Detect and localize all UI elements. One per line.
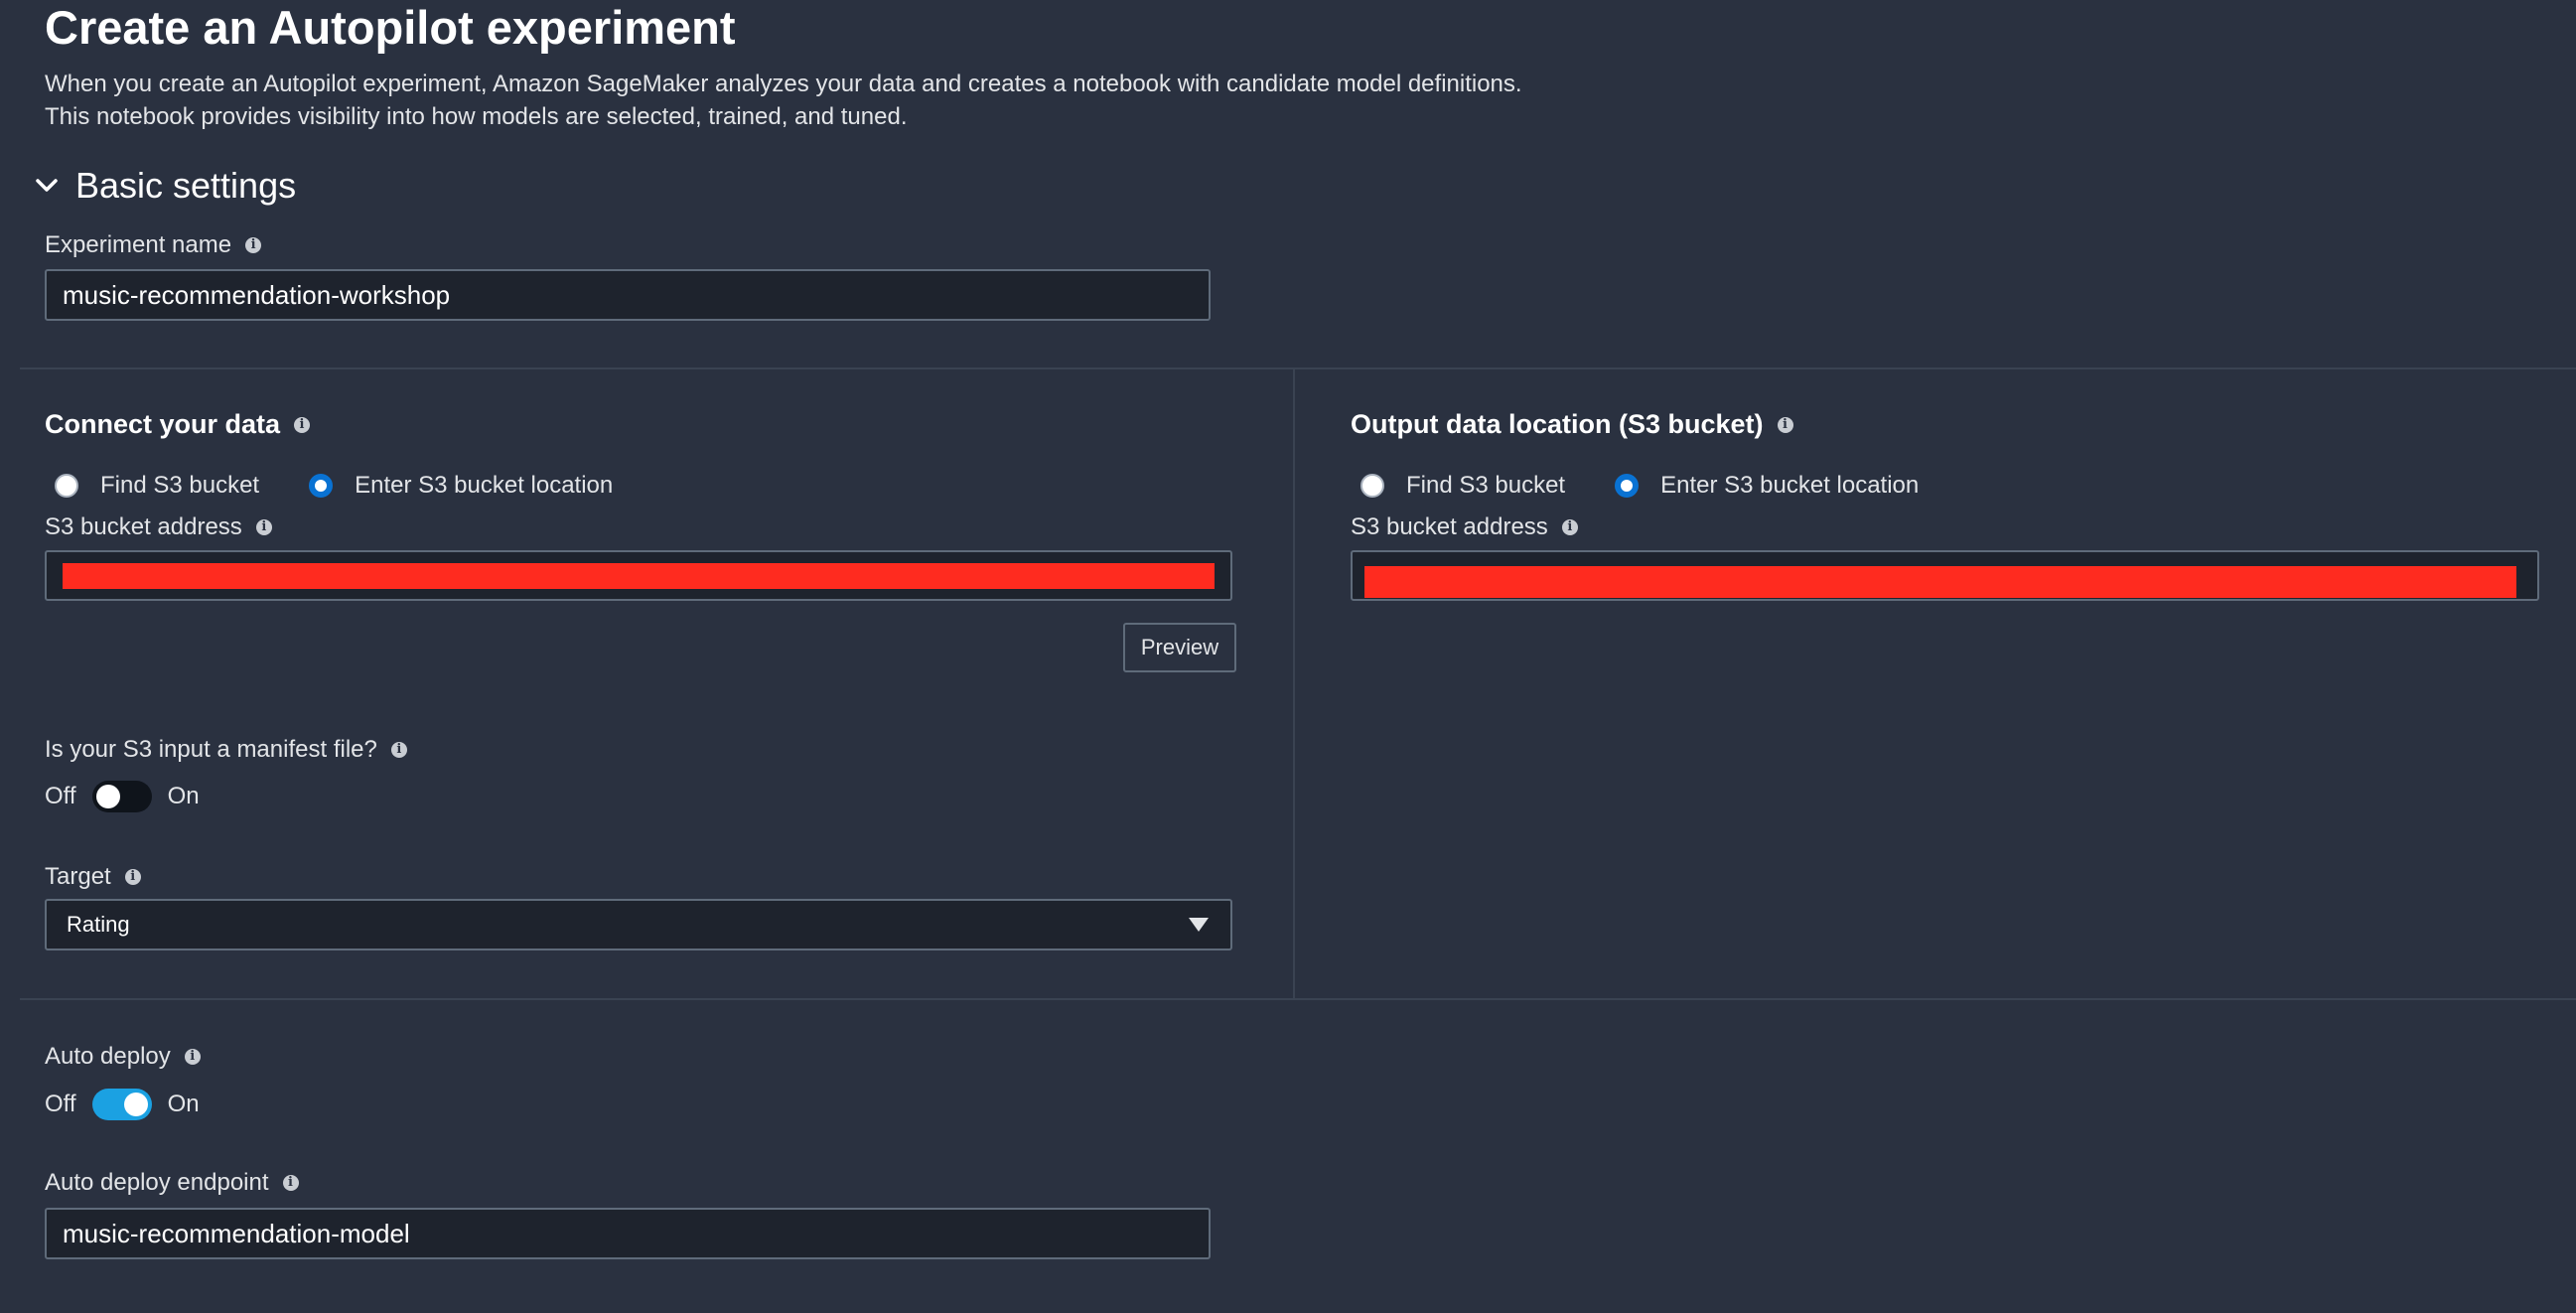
- radio-label: Find S3 bucket: [1406, 472, 1566, 499]
- auto-deploy-label: Auto deploy i: [45, 1043, 201, 1071]
- auto-deploy-endpoint-input[interactable]: music-recommendation-model: [45, 1208, 1211, 1259]
- radio-find-s3-bucket[interactable]: Find S3 bucket: [55, 472, 259, 500]
- experiment-name-label: Experiment name i: [45, 231, 262, 259]
- info-icon[interactable]: i: [1561, 519, 1578, 535]
- radio-button-selected[interactable]: [309, 474, 334, 498]
- output-data-heading: Output data location (S3 bucket) i: [1351, 409, 1793, 440]
- info-icon[interactable]: i: [245, 237, 262, 253]
- radio-enter-s3-location[interactable]: Enter S3 bucket location: [309, 472, 613, 500]
- experiment-name-input[interactable]: music-recommendation-workshop: [45, 269, 1211, 321]
- page-description-line: This notebook provides visibility into h…: [45, 103, 908, 130]
- target-label: Target i: [45, 863, 141, 891]
- info-icon[interactable]: i: [390, 742, 407, 758]
- toggle-on-label: On: [167, 783, 200, 809]
- info-icon[interactable]: i: [1777, 416, 1793, 433]
- radio-label: Enter S3 bucket location: [355, 472, 614, 499]
- radio-find-s3-bucket[interactable]: Find S3 bucket: [1360, 472, 1565, 500]
- info-icon[interactable]: i: [282, 1175, 299, 1191]
- connect-data-radio-group: Find S3 bucket Enter S3 bucket location: [55, 472, 662, 500]
- label-text: Experiment name: [45, 231, 232, 258]
- toggle-on-label: On: [167, 1091, 200, 1117]
- chevron-down-icon: [36, 179, 58, 192]
- radio-label: Find S3 bucket: [100, 472, 260, 499]
- auto-deploy-endpoint-label: Auto deploy endpoint i: [45, 1169, 299, 1197]
- target-select[interactable]: Rating: [45, 899, 1232, 950]
- label-text: Auto deploy: [45, 1043, 171, 1070]
- label-text: Target: [45, 863, 111, 890]
- manifest-label: Is your S3 input a manifest file? i: [45, 736, 407, 764]
- connect-data-heading: Connect your data i: [45, 409, 311, 440]
- redaction-bar: [1364, 565, 2516, 598]
- radio-button[interactable]: [1360, 474, 1384, 498]
- heading-text: Connect your data: [45, 409, 281, 439]
- toggle-knob: [123, 1093, 148, 1116]
- auto-deploy-endpoint-value: music-recommendation-model: [63, 1218, 410, 1248]
- info-icon[interactable]: i: [124, 869, 141, 885]
- page-description: When you create an Autopilot experiment,…: [45, 68, 1522, 133]
- redaction-bar: [63, 562, 1215, 589]
- info-icon[interactable]: i: [294, 416, 311, 433]
- manifest-toggle[interactable]: [91, 781, 152, 812]
- target-selected-value: Rating: [67, 912, 130, 937]
- experiment-name-value: music-recommendation-workshop: [63, 279, 451, 310]
- radio-label: Enter S3 bucket location: [1660, 472, 1920, 499]
- preview-button[interactable]: Preview: [1123, 623, 1236, 672]
- toggle-off-label: Off: [45, 783, 76, 809]
- section-title: Basic settings: [75, 165, 297, 206]
- s3-address-input[interactable]: [45, 550, 1232, 601]
- page-title: Create an Autopilot experiment: [45, 1, 736, 54]
- radio-enter-s3-location[interactable]: Enter S3 bucket location: [1615, 472, 1919, 500]
- divider-vertical: [1293, 367, 1295, 999]
- output-data-radio-group: Find S3 bucket Enter S3 bucket location: [1360, 472, 1968, 500]
- caret-down-icon: [1189, 918, 1209, 932]
- page-description-line: When you create an Autopilot experiment,…: [45, 71, 1522, 97]
- label-text: S3 bucket address: [45, 513, 242, 540]
- label-text: S3 bucket address: [1351, 513, 1548, 540]
- basic-settings-toggle[interactable]: Basic settings: [30, 165, 296, 207]
- output-s3-address-label: S3 bucket address i: [1351, 513, 1578, 541]
- info-icon[interactable]: i: [255, 519, 272, 535]
- label-text: Auto deploy endpoint: [45, 1169, 269, 1196]
- divider: [20, 998, 2576, 1000]
- auto-deploy-toggle[interactable]: [91, 1089, 152, 1120]
- auto-deploy-toggle-row: Off On: [45, 1089, 200, 1120]
- radio-button-selected[interactable]: [1615, 474, 1640, 498]
- label-text: Is your S3 input a manifest file?: [45, 736, 377, 763]
- divider: [20, 367, 2576, 369]
- heading-text: Output data location (S3 bucket): [1351, 409, 1764, 439]
- toggle-off-label: Off: [45, 1091, 76, 1117]
- toggle-knob: [95, 785, 120, 808]
- output-s3-address-input[interactable]: [1351, 550, 2539, 601]
- radio-button[interactable]: [55, 474, 78, 498]
- info-icon[interactable]: i: [184, 1049, 201, 1065]
- manifest-toggle-row: Off On: [45, 781, 200, 812]
- s3-address-label: S3 bucket address i: [45, 513, 272, 541]
